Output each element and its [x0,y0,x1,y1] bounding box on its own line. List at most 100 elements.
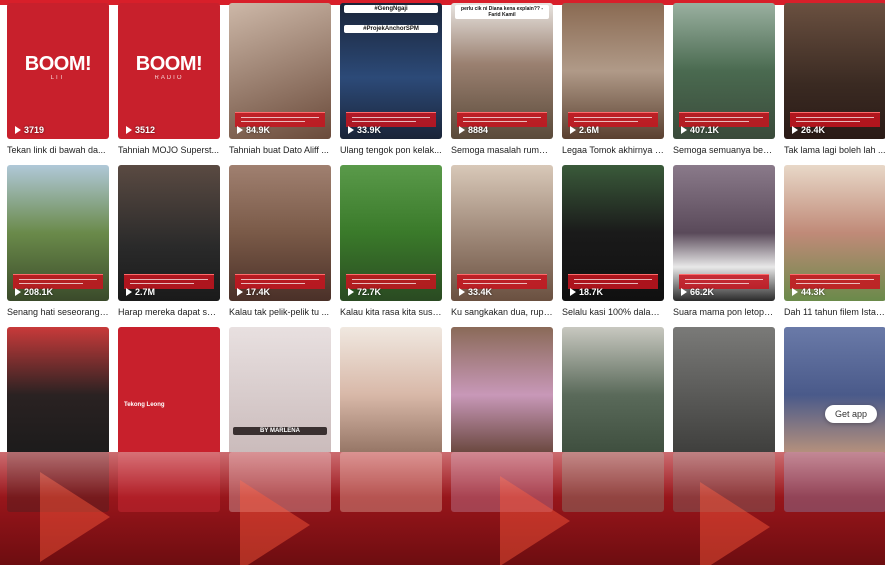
video-thumbnail[interactable]: 84.9K [229,3,331,139]
video-caption[interactable]: Tahniah MOJO Superst... [118,145,220,157]
view-count: 8884 [459,125,488,135]
grid-row: Tekong Leong BY MARLENA [7,327,885,463]
name-tag: Tekong Leong [124,402,165,408]
video-caption[interactable]: Semoga masalah rumah... [451,145,553,157]
video-card[interactable]: 208.1K Senang hati seseorang a... [7,165,109,319]
video-thumbnail[interactable]: 407.1K [673,3,775,139]
play-icon [459,288,465,296]
view-count: 26.4K [792,125,825,135]
video-card[interactable] [451,327,553,463]
video-card[interactable]: #GengNgaji #ProjekAnchorSPM 33.9K Ulang … [340,3,442,157]
view-count: 84.9K [237,125,270,135]
play-icon [570,126,576,134]
video-card[interactable]: BOOM! RADIO 3512 Tahniah MOJO Superst... [118,3,220,157]
play-icon [237,288,243,296]
video-caption[interactable]: Semoga semuanya berj... [673,145,775,157]
video-thumbnail[interactable]: 18.7K [562,165,664,301]
video-thumbnail[interactable]: 2.7M [118,165,220,301]
video-card[interactable] [340,327,442,463]
video-card[interactable]: 407.1K Semoga semuanya berj... [673,3,775,157]
play-icon [681,126,687,134]
video-thumbnail[interactable]: Tekong Leong [118,327,220,463]
video-card[interactable]: perlu cik ni Diana kena explain?? - Fari… [451,3,553,157]
play-icon [348,288,354,296]
video-card[interactable] [562,327,664,463]
video-card[interactable]: 33.4K Ku sangkakan dua, rupa... [451,165,553,319]
video-thumbnail[interactable] [340,327,442,463]
view-count: 208.1K [15,287,53,297]
video-caption[interactable]: Legaa Tomok akhirnya r... [562,145,664,157]
video-caption[interactable]: Kalau tak pelik-pelik tu ... [229,307,331,319]
brand-label: BY MARLENA [233,427,327,435]
video-thumbnail[interactable]: 17.4K [229,165,331,301]
video-card[interactable] [673,327,775,463]
view-count: 17.4K [237,287,270,297]
play-icon [126,288,132,296]
video-card[interactable]: 84.9K Tahniah buat Dato Aliff ... [229,3,331,157]
video-card[interactable]: 17.4K Kalau tak pelik-pelik tu ... [229,165,331,319]
hashtag-label: #ProjekAnchorSPM [344,25,438,33]
boom-logo-sub: LIT [50,75,66,81]
video-caption[interactable]: Senang hati seseorang a... [7,307,109,319]
video-thumbnail[interactable]: #GengNgaji #ProjekAnchorSPM 33.9K [340,3,442,139]
grid-row: BOOM! LIT 3719 Tekan link di bawah da...… [7,3,885,157]
video-thumbnail[interactable]: 44.3K [784,165,885,301]
video-card[interactable]: Tekong Leong [118,327,220,463]
video-card[interactable]: 26.4K Tak lama lagi boleh lah ... [784,3,885,157]
video-caption[interactable]: Tahniah buat Dato Aliff ... [229,145,331,157]
video-caption[interactable]: Dah 11 tahun filem Istan... [784,307,885,319]
video-thumbnail[interactable] [562,327,664,463]
view-count: 72.7K [348,287,381,297]
video-card[interactable]: BOOM! LIT 3719 Tekan link di bawah da... [7,3,109,157]
video-card[interactable]: 2.7M Harap mereka dapat sel... [118,165,220,319]
video-card[interactable]: 2.6M Legaa Tomok akhirnya r... [562,3,664,157]
play-icon [15,288,21,296]
video-thumbnail[interactable]: BY MARLENA [229,327,331,463]
video-card[interactable]: 72.7K Kalau kita rasa kita susa... [340,165,442,319]
video-card[interactable]: 66.2K Suara mama pon letop! ... [673,165,775,319]
reflection-overlay [0,452,885,565]
view-count: 66.2K [681,287,714,297]
video-thumbnail[interactable]: 208.1K [7,165,109,301]
video-thumbnail[interactable] [7,327,109,463]
video-caption[interactable]: Ulang tengok pon kelak... [340,145,442,157]
video-thumbnail[interactable] [673,327,775,463]
play-icon [681,288,687,296]
video-card[interactable] [7,327,109,463]
play-icon [15,126,21,134]
boom-logo: BOOM! [135,53,203,75]
video-thumbnail[interactable] [451,327,553,463]
view-count: 2.7M [126,287,155,297]
video-thumbnail[interactable]: 33.4K [451,165,553,301]
play-icon [126,126,132,134]
video-caption[interactable]: Kalau kita rasa kita susa... [340,307,442,319]
play-icon [237,126,243,134]
video-caption[interactable]: Harap mereka dapat sel... [118,307,220,319]
video-card[interactable] [784,327,885,463]
boom-logo: BOOM! [24,53,92,75]
video-caption[interactable]: Ku sangkakan dua, rupa... [451,307,553,319]
video-thumbnail[interactable]: BOOM! RADIO 3512 [118,3,220,139]
get-app-button[interactable]: Get app [824,405,877,423]
video-thumbnail[interactable]: 26.4K [784,3,885,139]
video-card[interactable]: BY MARLENA [229,327,331,463]
video-card[interactable]: 44.3K Dah 11 tahun filem Istan... [784,165,885,319]
video-card[interactable]: 18.7K Selalu kasi 100% dalam ... [562,165,664,319]
video-caption[interactable]: Tekan link di bawah da... [7,145,109,157]
video-thumbnail[interactable] [784,327,885,463]
video-thumbnail[interactable]: perlu cik ni Diana kena explain?? - Fari… [451,3,553,139]
view-count: 3719 [15,125,44,135]
video-thumbnail[interactable]: 2.6M [562,3,664,139]
video-caption[interactable]: Selalu kasi 100% dalam ... [562,307,664,319]
play-icon [459,126,465,134]
view-count: 3512 [126,125,155,135]
video-grid: BOOM! LIT 3719 Tekan link di bawah da...… [7,3,885,471]
video-thumbnail[interactable]: 66.2K [673,165,775,301]
quote-label: perlu cik ni Diana kena explain?? - Fari… [455,5,549,19]
video-thumbnail[interactable]: BOOM! LIT 3719 [7,3,109,139]
play-icon [792,288,798,296]
video-caption[interactable]: Suara mama pon letop! ... [673,307,775,319]
view-count: 18.7K [570,287,603,297]
video-thumbnail[interactable]: 72.7K [340,165,442,301]
video-caption[interactable]: Tak lama lagi boleh lah ... [784,145,885,157]
